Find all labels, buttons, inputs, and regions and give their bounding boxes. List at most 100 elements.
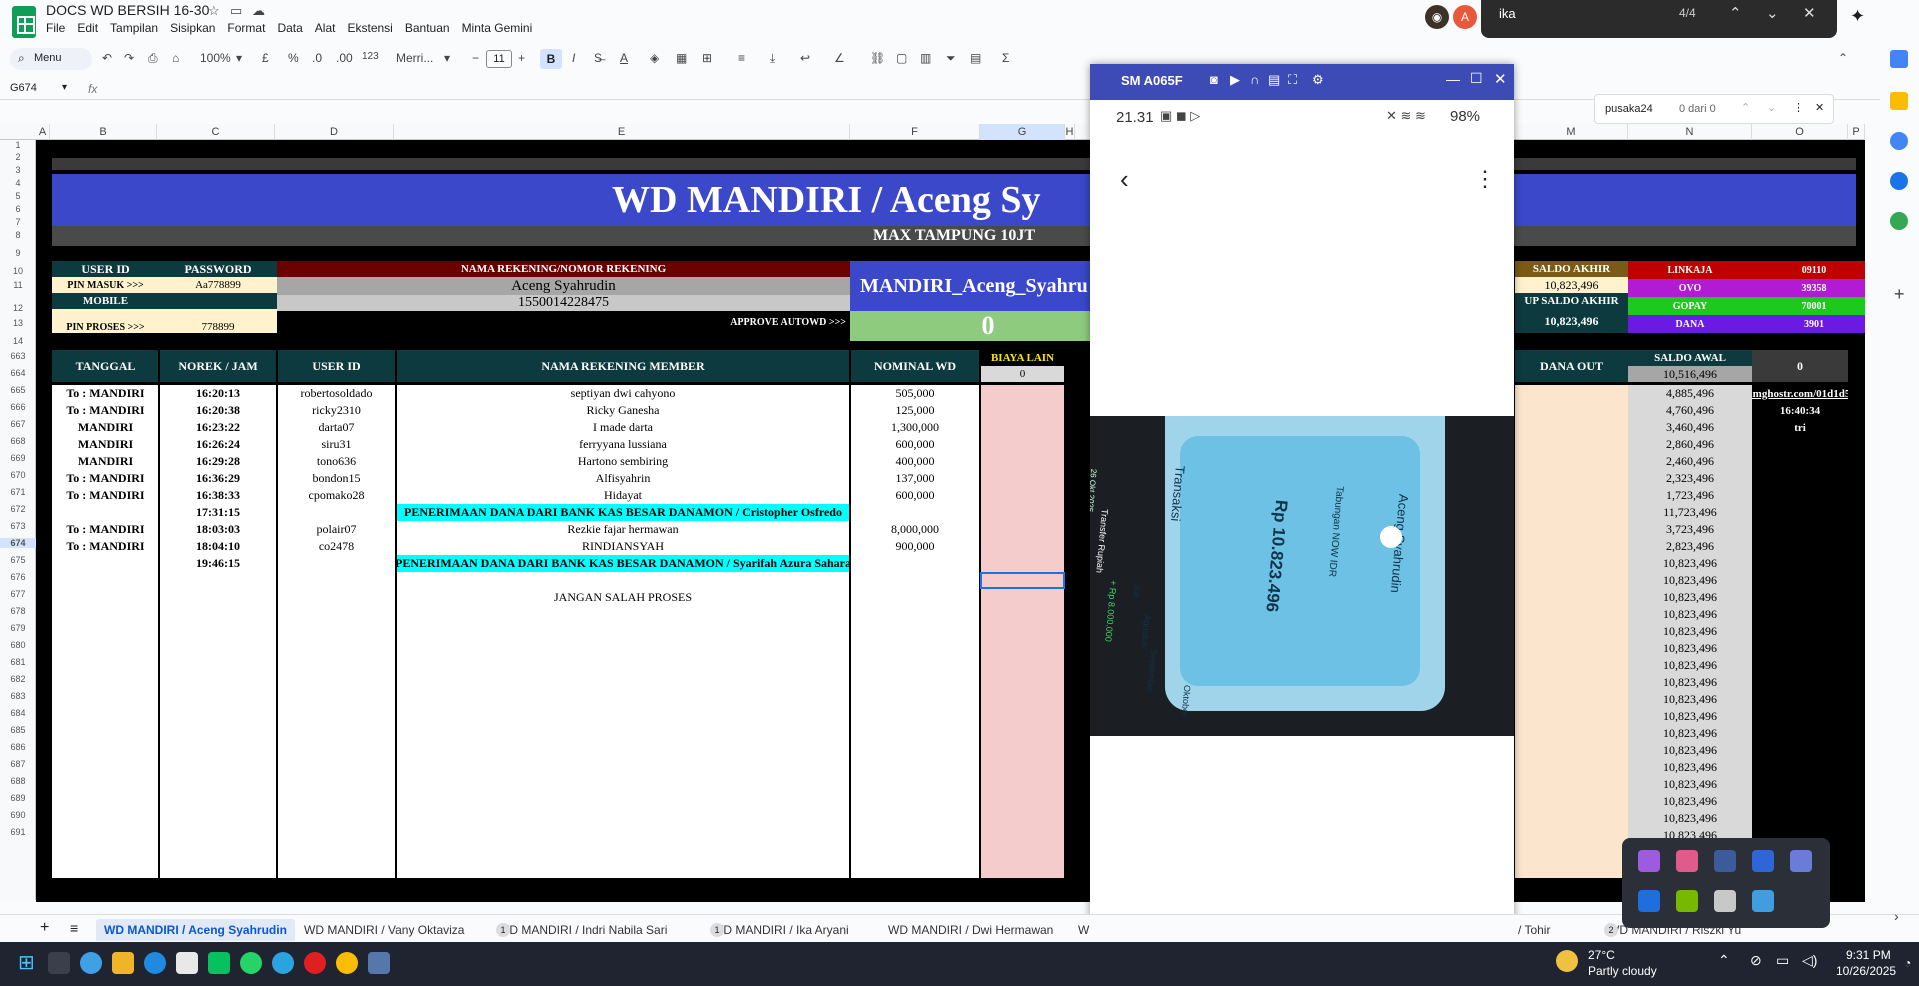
formula-bar[interactable]: fx: [88, 82, 97, 96]
sheets-logo-icon[interactable]: [12, 6, 36, 38]
functions-icon[interactable]: Σ: [1002, 51, 1009, 65]
calendar-icon[interactable]: [1890, 50, 1908, 68]
chart-icon[interactable]: ▥: [920, 51, 931, 65]
menu-item[interactable]: Tampilan: [110, 21, 158, 35]
weather-icon[interactable]: [1556, 950, 1578, 972]
merge-cells-icon[interactable]: ⊞: [702, 51, 712, 65]
copilot-tray-icon[interactable]: [1676, 850, 1698, 872]
row-header[interactable]: 674: [0, 538, 36, 548]
sheet-tab[interactable]: WD MANDIRI / Dwi Hermawan: [880, 919, 1061, 941]
file-explorer-icon[interactable]: [112, 952, 134, 974]
chrome-icon[interactable]: [336, 952, 358, 974]
add-sheet-icon[interactable]: +: [40, 919, 49, 937]
sheet-tab[interactable]: WD MANDIRI / Ika Aryani: [704, 919, 857, 941]
star-icon[interactable]: ☆: [208, 3, 220, 19]
align-vertical-icon[interactable]: ⤓: [770, 51, 775, 66]
print-icon[interactable]: ⎙: [148, 51, 158, 66]
gemini-sparkle-icon[interactable]: ✦: [1850, 6, 1865, 27]
row-header[interactable]: 11: [0, 280, 36, 290]
menu-item[interactable]: Minta Gemini: [462, 21, 533, 35]
menu-item[interactable]: Sisipkan: [170, 21, 215, 35]
volume-icon[interactable]: ◁): [1802, 952, 1817, 969]
undo-icon[interactable]: ↶: [102, 51, 112, 65]
nvidia-icon[interactable]: [1676, 890, 1698, 912]
menu-item[interactable]: Alat: [315, 21, 336, 35]
strikethrough-icon[interactable]: S̶: [594, 51, 602, 65]
maps-icon[interactable]: [1890, 212, 1908, 230]
row-header[interactable]: 670: [0, 470, 36, 480]
column-header[interactable]: D: [275, 124, 394, 140]
menu-item[interactable]: Data: [277, 21, 302, 35]
row-header[interactable]: 9: [0, 248, 36, 258]
zoom-select[interactable]: 100%: [200, 51, 231, 65]
task-view-icon[interactable]: [48, 952, 70, 974]
row-header[interactable]: 13: [0, 318, 36, 328]
menu-item[interactable]: Edit: [77, 21, 98, 35]
row-header[interactable]: 4: [0, 178, 36, 188]
collapse-toolbar-icon[interactable]: ⌃: [1838, 51, 1848, 65]
move-folder-icon[interactable]: ▭: [230, 3, 242, 19]
row-header[interactable]: 682: [0, 674, 36, 684]
start-icon[interactable]: ⊞: [18, 950, 35, 975]
font-size-increase-icon[interactable]: +: [518, 51, 525, 65]
menu-item[interactable]: Format: [227, 21, 265, 35]
row-header[interactable]: 671: [0, 487, 36, 497]
feather-app-icon[interactable]: [1638, 850, 1660, 872]
row-header[interactable]: 665: [0, 385, 36, 395]
menu-item[interactable]: Bantuan: [405, 21, 450, 35]
row-header[interactable]: 12: [0, 303, 36, 313]
row-header[interactable]: 683: [0, 691, 36, 701]
bold-button[interactable]: B: [540, 49, 562, 69]
redo-icon[interactable]: ↷: [124, 51, 134, 65]
text-rotate-icon[interactable]: ∠: [834, 51, 845, 65]
tasks-icon[interactable]: [1890, 132, 1908, 150]
row-header[interactable]: 667: [0, 419, 36, 429]
screenshot-icon[interactable]: ◙: [1210, 72, 1218, 87]
row-header[interactable]: 668: [0, 436, 36, 446]
column-header[interactable]: A: [36, 124, 50, 140]
row-header[interactable]: 688: [0, 776, 36, 786]
percent-button[interactable]: %: [288, 51, 299, 65]
edge-icon[interactable]: [144, 952, 166, 974]
column-header[interactable]: F: [850, 124, 980, 140]
row-header[interactable]: 677: [0, 589, 36, 599]
copy-icon[interactable]: ▤: [1268, 72, 1280, 88]
cloud-status-icon[interactable]: ☁: [252, 3, 265, 19]
column-header[interactable]: G: [980, 124, 1065, 140]
find-prev-icon[interactable]: ⌃: [1741, 101, 1750, 114]
record-icon[interactable]: ▶: [1230, 72, 1240, 88]
column-header[interactable]: C: [157, 124, 275, 140]
menu-item[interactable]: Ekstensi: [347, 21, 392, 35]
row-header[interactable]: 681: [0, 657, 36, 667]
sheet-tab[interactable]: W: [1070, 919, 1097, 941]
find-next-icon[interactable]: ⌄: [1767, 101, 1776, 114]
audio-icon[interactable]: ∩: [1250, 72, 1259, 87]
close-icon[interactable]: ✕: [1494, 70, 1507, 88]
bluetooth-icon[interactable]: [1638, 890, 1660, 912]
row-header[interactable]: 8: [0, 230, 36, 240]
expand-panel-icon[interactable]: ›: [1894, 908, 1899, 924]
maximize-icon[interactable]: ☐: [1470, 70, 1483, 87]
display-icon[interactable]: ▭: [1776, 952, 1789, 969]
row-header[interactable]: 669: [0, 453, 36, 463]
find-prev-icon[interactable]: ⌃: [1729, 4, 1742, 22]
column-header[interactable]: O: [1752, 124, 1848, 140]
number-format-button[interactable]: 123: [362, 51, 379, 62]
menu-item[interactable]: File: [46, 21, 65, 35]
row-header[interactable]: 3: [0, 165, 36, 175]
find-in-sheet-input[interactable]: pusaka24: [1605, 103, 1653, 115]
line-icon[interactable]: [208, 952, 230, 974]
sheet-tab[interactable]: WD MANDIRI / Vany Oktaviza: [296, 919, 472, 941]
row-header[interactable]: 6: [0, 204, 36, 214]
fullscreen-icon[interactable]: ⛶: [1288, 72, 1297, 88]
settings-icon[interactable]: ⚙: [1312, 72, 1324, 88]
paint-format-icon[interactable]: ⌂: [172, 51, 179, 65]
phone-photo[interactable]: Rp 10.823.496 Tabungan NOW IDR Aceng Sya…: [1090, 416, 1514, 736]
add-addon-icon[interactable]: +: [1894, 284, 1905, 305]
name-box[interactable]: G674: [10, 82, 37, 94]
fill-color-icon[interactable]: ◈: [650, 51, 659, 65]
keep-icon[interactable]: [1890, 92, 1908, 110]
spreadsheet-grid[interactable]: WD MANDIRI / Aceng Sy MAX TAMPUNG 10JT USE…: [36, 140, 1865, 902]
column-header[interactable]: E: [394, 124, 850, 140]
text-wrap-icon[interactable]: ↩: [800, 51, 810, 65]
